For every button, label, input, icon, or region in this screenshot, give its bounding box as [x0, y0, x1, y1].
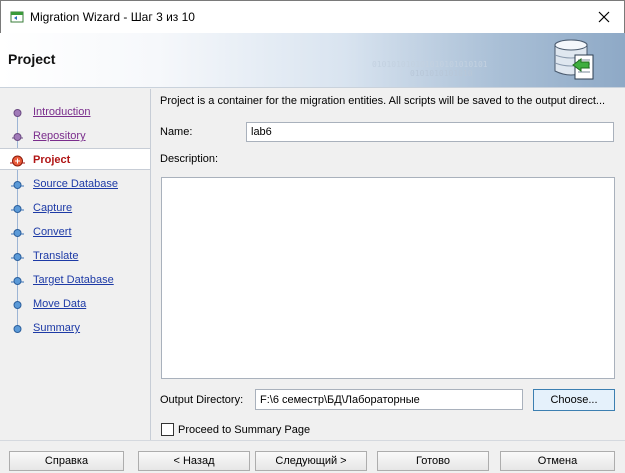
window-title: Migration Wizard - Шаг 3 из 10 — [30, 10, 195, 24]
nav-item-summary[interactable]: Summary — [0, 317, 150, 339]
nav-item-capture[interactable]: Capture — [0, 197, 150, 219]
project-panel: Project is a container for the migration… — [150, 89, 625, 440]
output-directory-field[interactable] — [255, 389, 523, 410]
page-title: Project — [8, 51, 56, 67]
nav-label[interactable]: Convert — [33, 226, 72, 238]
nav-label[interactable]: Move Data — [33, 298, 86, 310]
proceed-to-summary-checkbox[interactable]: Proceed to Summary Page — [161, 423, 310, 436]
output-directory-label: Output Directory: — [160, 394, 244, 406]
step-node-icon — [13, 109, 22, 117]
step-node-icon — [11, 205, 24, 213]
wizard-app-icon — [10, 11, 24, 23]
step-node-icon — [11, 277, 24, 285]
nav-label[interactable]: Project — [33, 154, 70, 166]
database-migrate-icon — [554, 39, 594, 80]
nav-item-translate[interactable]: Translate — [0, 245, 150, 267]
nav-item-source-database[interactable]: Source Database — [0, 173, 150, 195]
step-node-icon — [11, 253, 24, 261]
nav-item-project[interactable]: Project — [0, 148, 150, 170]
choose-button[interactable]: Choose... — [533, 389, 615, 411]
cancel-button[interactable]: Отмена — [500, 451, 615, 471]
wizard-banner: Project 010101010101010101010101 0101010… — [0, 33, 625, 88]
help-button[interactable]: Справка — [9, 451, 124, 471]
nav-label[interactable]: Target Database — [33, 274, 114, 286]
nav-item-move-data[interactable]: Move Data — [0, 293, 150, 315]
nav-label[interactable]: Repository — [33, 130, 86, 142]
proceed-label: Proceed to Summary Page — [178, 423, 311, 436]
name-field[interactable] — [246, 122, 614, 142]
step-node-icon — [11, 181, 24, 189]
nav-label[interactable]: Summary — [33, 322, 80, 334]
nav-label[interactable]: Translate — [33, 250, 78, 262]
intro-text: Project is a container for the migration… — [160, 95, 606, 107]
step-node-icon — [13, 325, 22, 333]
step-node-icon — [11, 229, 24, 237]
nav-item-repository[interactable]: Repository — [0, 125, 150, 147]
wizard-footer: Справка < Назад Следующий > Готово Отмен… — [0, 440, 625, 473]
nav-item-convert[interactable]: Convert — [0, 221, 150, 243]
name-label: Name: — [160, 126, 193, 138]
checkbox-box[interactable] — [161, 423, 174, 436]
step-node-icon — [12, 133, 23, 141]
nav-item-target-database[interactable]: Target Database — [0, 269, 150, 291]
current-step-icon — [10, 155, 25, 167]
step-node-icon — [13, 301, 22, 309]
wizard-steps-nav: Introduction Repository Project Source D… — [0, 89, 150, 440]
next-button[interactable]: Следующий > — [255, 451, 367, 471]
nav-label[interactable]: Capture — [33, 202, 72, 214]
description-label: Description: — [160, 153, 219, 165]
close-button[interactable] — [592, 5, 616, 29]
close-icon — [598, 11, 610, 23]
title-bar: Migration Wizard - Шаг 3 из 10 — [0, 0, 625, 33]
back-button[interactable]: < Назад — [138, 451, 250, 471]
nav-label[interactable]: Source Database — [33, 178, 118, 190]
description-field[interactable] — [161, 177, 615, 379]
banner-binary-text: 010101010101010101010101 — [372, 60, 488, 69]
nav-label[interactable]: Introduction — [33, 106, 90, 118]
nav-item-introduction[interactable]: Introduction — [0, 101, 150, 123]
finish-button[interactable]: Готово — [377, 451, 489, 471]
banner-binary-text-2: 0101010101010 — [410, 69, 473, 78]
